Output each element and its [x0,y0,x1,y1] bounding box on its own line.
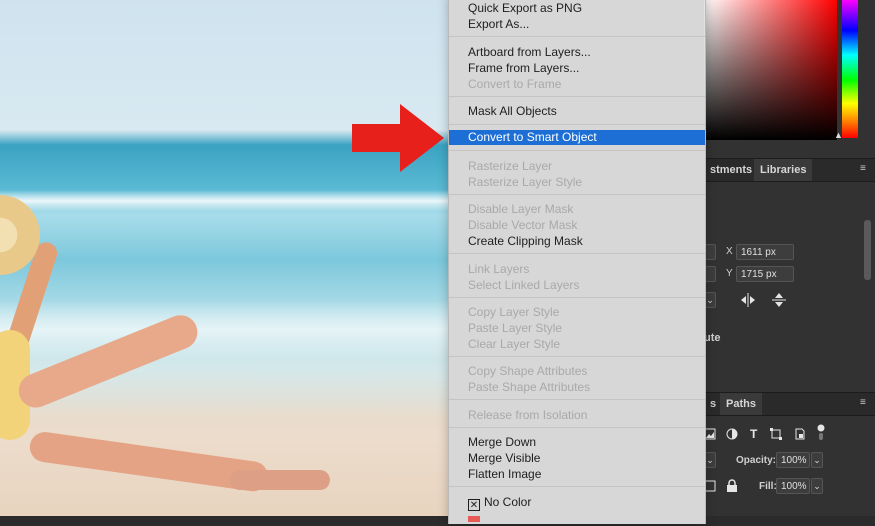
menu-item-paste-shape-attributes: Paste Shape Attributes [468,380,591,394]
menu-item-clear-layer-style: Clear Layer Style [468,337,561,351]
menu-item-paste-layer-style: Paste Layer Style [468,321,563,335]
layers-tabbar: s Paths [704,392,875,416]
menu-separator [449,124,705,125]
flip-vertical-icon[interactable] [772,292,786,308]
tab-paths[interactable]: Paths [720,393,762,415]
menu-separator [449,36,705,37]
smart-object-filter-icon[interactable] [794,428,806,440]
menu-item-select-linked-layers: Select Linked Layers [468,278,580,292]
lock-icon[interactable] [726,479,738,492]
menu-separator [449,356,705,357]
opacity-field[interactable]: 100% [776,452,810,468]
menu-separator [449,253,705,254]
menu-separator [449,194,705,195]
menu-item-merge-visible[interactable]: Merge Visible [449,450,705,466]
menu-item-release-from-isolation: Release from Isolation [468,408,588,422]
menu-item-flatten-image[interactable]: Flatten Image [449,466,705,482]
menu-separator [449,96,705,97]
right-panels: ▲ stments Libraries X 1611 px Y 1715 px … [704,0,875,516]
menu-item-merge-down[interactable]: Merge Down [449,434,705,450]
menu-item-copy-shape-attributes: Copy Shape Attributes [468,364,588,378]
menu-item-disable-vector-mask: Disable Vector Mask [468,218,578,232]
menu-separator [449,399,705,400]
person-foot [230,470,330,490]
wave [0,300,448,360]
properties-tabbar: stments Libraries [704,158,875,182]
y-label: Y [726,268,733,279]
adjustment-filter-icon[interactable] [726,428,738,440]
menu-item-convert-to-smart-object[interactable]: Convert to Smart Object [449,130,705,145]
hue-slider[interactable] [842,0,858,138]
menu-item-create-clipping-mask[interactable]: Create Clipping Mask [449,233,705,249]
flip-horizontal-icon[interactable] [740,293,756,307]
color-picker-field[interactable] [704,0,837,140]
opacity-label: Opacity: [736,455,777,466]
menu-icon[interactable] [860,164,870,174]
menu-item-convert-to-frame: Convert to Frame [468,77,562,91]
hue-marker-icon[interactable]: ▲ [834,130,843,140]
x-position-field[interactable]: 1611 px [736,244,794,260]
menu-item-frame-from-layers[interactable]: Frame from Layers... [449,60,705,76]
menu-separator [449,297,705,298]
menu-item-red-color[interactable] [449,510,705,526]
menu-item-quick-export-png[interactable]: Quick Export as PNG [449,0,705,16]
fill-field[interactable]: 100% [776,478,810,494]
menu-item-no-color[interactable]: ✕ No Color [449,494,705,511]
document-canvas[interactable] [0,0,448,516]
fill-label: Fill: [759,481,777,492]
menu-item-copy-layer-style: Copy Layer Style [468,305,560,319]
scrollbar[interactable] [864,220,871,280]
menu-separator [449,486,705,487]
type-filter-icon[interactable]: T [750,427,757,441]
menu-item-rasterize-layer-style: Rasterize Layer Style [468,175,583,189]
menu-item-export-as[interactable]: Export As... [449,16,705,32]
menu-separator [449,427,705,428]
y-position-field[interactable]: 1715 px [736,266,794,282]
menu-item-rasterize-layer: Rasterize Layer [468,159,553,173]
filter-toggle-icon[interactable] [816,424,826,440]
shape-filter-icon[interactable] [770,428,782,440]
menu-item-disable-layer-mask: Disable Layer Mask [468,202,574,216]
menu-item-label: No Color [484,495,532,509]
red-arrow-icon [352,104,444,172]
menu-item-mask-all-objects[interactable]: Mask All Objects [449,103,705,119]
x-label: X [726,246,733,257]
tab-adjustments[interactable]: stments [704,159,758,181]
menu-item-link-layers: Link Layers [468,262,530,276]
wave [0,190,448,212]
menu-icon[interactable] [860,398,870,408]
menu-separator [449,150,705,151]
opacity-dropdown[interactable]: ⌄ [811,452,823,468]
tab-libraries[interactable]: Libraries [754,159,813,181]
red-swatch-icon [468,516,480,522]
section-label: ute [704,332,721,344]
menu-item-artboard-from-layers[interactable]: Artboard from Layers... [449,44,705,60]
layer-context-menu: Quick Export as PNG Export As... Artboar… [448,0,706,524]
fill-dropdown[interactable]: ⌄ [811,478,823,494]
